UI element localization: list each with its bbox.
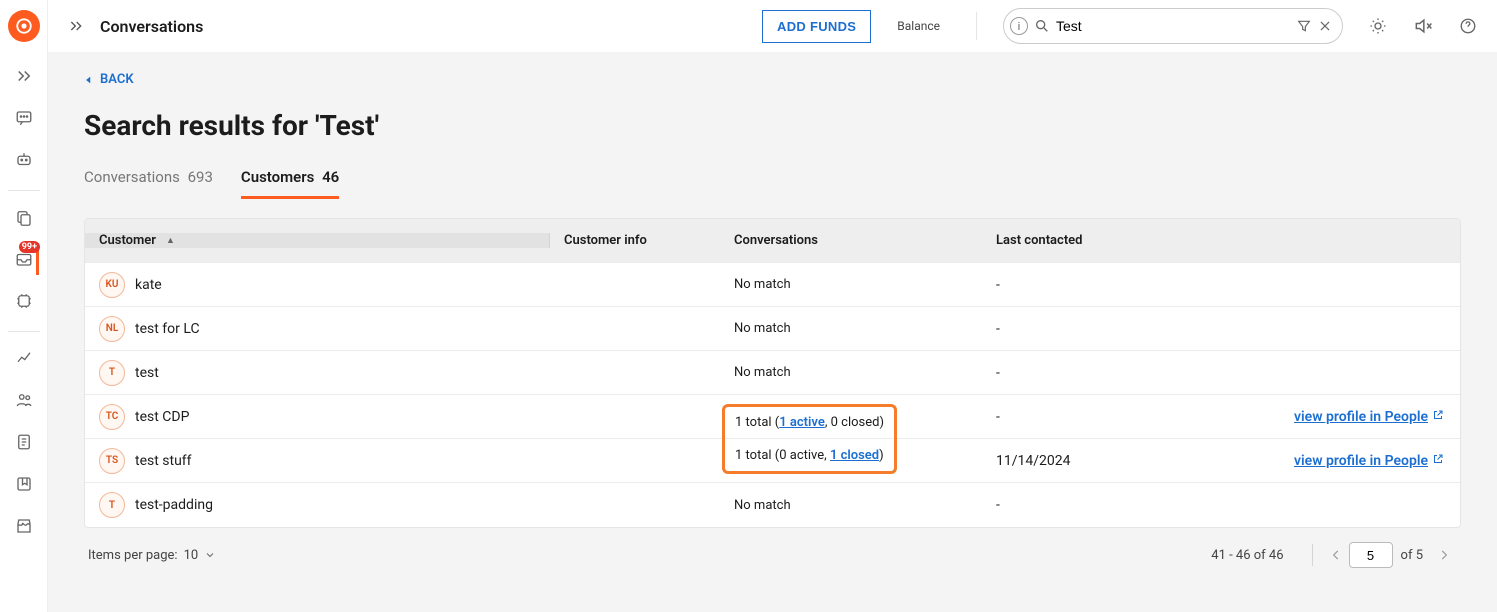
external-link-icon [1432, 453, 1444, 469]
forms-icon[interactable] [10, 426, 38, 458]
expand-nav-icon[interactable] [10, 60, 38, 92]
items-per-page-value[interactable]: 10 [184, 548, 199, 563]
help-icon[interactable] [1459, 17, 1477, 35]
view-profile-link[interactable]: view profile in People [1294, 453, 1428, 469]
table-row[interactable]: Ttest No match - [85, 351, 1460, 395]
table-row[interactable]: TCtest CDP 1 total (1 active, 0 closed) … [85, 395, 1460, 439]
table-row[interactable]: Ttest-padding No match - [85, 483, 1460, 527]
ai-icon[interactable] [10, 285, 38, 317]
bookmark-icon[interactable] [10, 468, 38, 500]
clear-icon[interactable] [1318, 19, 1332, 33]
tab-customers[interactable]: Customers 46 [241, 168, 339, 199]
avatar: T [99, 492, 125, 518]
add-funds-button[interactable]: ADD FUNDS [762, 10, 871, 43]
avatar: TS [99, 448, 125, 474]
bot-icon[interactable] [10, 144, 38, 176]
next-page-icon[interactable] [1431, 548, 1457, 562]
tab-conversations[interactable]: Conversations 693 [84, 168, 213, 199]
nav-rail: 99+ [0, 0, 48, 612]
col-customer[interactable]: Customer ▲ [85, 233, 550, 248]
search-input[interactable] [1056, 18, 1290, 34]
sound-off-icon[interactable] [1413, 16, 1433, 36]
chevron-down-icon[interactable] [204, 549, 216, 561]
tabs: Conversations 693 Customers 46 [84, 168, 1461, 200]
store-icon[interactable] [10, 510, 38, 542]
table-row[interactable]: TStest stuff 1 total (0 active, 1 closed… [85, 439, 1460, 483]
badge-count: 99+ [19, 241, 40, 253]
table-header: Customer ▲ Customer info Conversations L… [85, 219, 1460, 263]
info-icon[interactable]: i [1010, 17, 1028, 35]
avatar: NL [99, 316, 125, 342]
highlight-annotation: 1 total (0 active, 1 closed) [722, 434, 897, 474]
back-label: BACK [100, 72, 134, 87]
page-input[interactable] [1349, 542, 1393, 568]
avatar: TC [99, 404, 125, 430]
col-conversations[interactable]: Conversations [720, 233, 982, 248]
view-profile-link[interactable]: view profile in People [1294, 409, 1428, 425]
page-title: Conversations [100, 17, 203, 36]
search-heading: Search results for 'Test' [84, 109, 1461, 142]
page-range: 41 - 46 of 46 [1211, 548, 1283, 563]
broadcast-icon[interactable] [10, 201, 38, 233]
avatar: KU [99, 272, 125, 298]
sort-asc-icon: ▲ [166, 235, 175, 246]
active-link[interactable]: 1 active [779, 415, 825, 430]
prev-page-icon[interactable] [1323, 548, 1349, 562]
search-box[interactable]: i [1003, 8, 1343, 44]
back-link[interactable]: BACK [84, 72, 134, 87]
filter-icon[interactable] [1296, 18, 1312, 34]
expand-icon[interactable] [68, 18, 84, 34]
col-last[interactable]: Last contacted [982, 233, 1182, 248]
customers-table: Customer ▲ Customer info Conversations L… [84, 218, 1461, 528]
closed-link[interactable]: 1 closed [830, 448, 879, 463]
topbar: Conversations ADD FUNDS Balance i [48, 0, 1497, 52]
table-footer: Items per page: 10 41 - 46 of 46 of 5 [84, 528, 1461, 568]
page-total: of 5 [1401, 548, 1423, 563]
balance-label: Balance [887, 19, 950, 33]
chat-icon[interactable] [10, 102, 38, 134]
items-per-page-label: Items per page: [88, 548, 178, 563]
theme-icon[interactable] [1369, 17, 1387, 35]
people-icon[interactable] [10, 384, 38, 416]
brand-logo[interactable] [8, 10, 40, 42]
table-row[interactable]: KUkate No match - [85, 263, 1460, 307]
col-info[interactable]: Customer info [550, 233, 720, 248]
search-icon [1034, 18, 1050, 34]
table-row[interactable]: NLtest for LC No match - [85, 307, 1460, 351]
analytics-icon[interactable] [10, 342, 38, 374]
avatar: T [99, 360, 125, 386]
external-link-icon [1432, 409, 1444, 425]
inbox-icon[interactable]: 99+ [11, 243, 39, 275]
